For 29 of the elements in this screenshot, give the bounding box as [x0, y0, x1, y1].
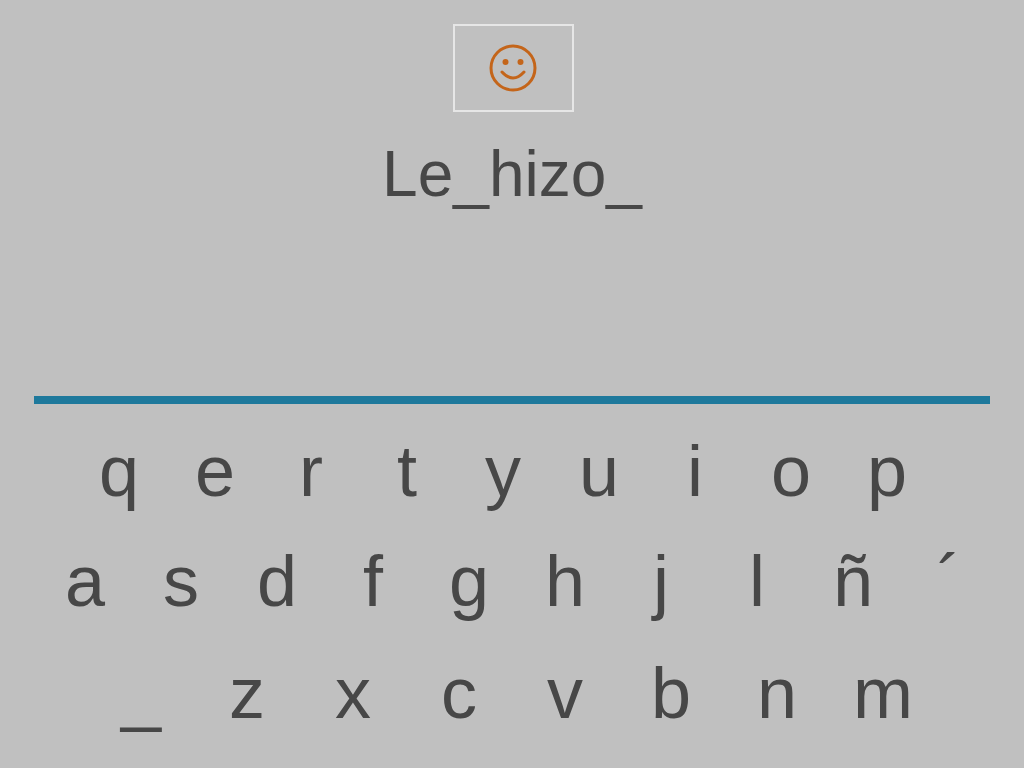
- letter-key[interactable]: e: [167, 416, 263, 526]
- letter-key[interactable]: o: [743, 416, 839, 526]
- letter-key[interactable]: q: [71, 416, 167, 526]
- smiley-icon: [488, 43, 538, 93]
- letter-key[interactable]: z: [194, 638, 300, 748]
- letter-key[interactable]: _: [88, 638, 194, 748]
- letter-key[interactable]: n: [724, 638, 830, 748]
- letter-key[interactable]: l: [709, 526, 805, 636]
- letter-key[interactable]: c: [406, 638, 512, 748]
- letter-key[interactable]: j: [613, 526, 709, 636]
- letter-key[interactable]: f: [325, 526, 421, 636]
- letter-key[interactable]: p: [839, 416, 935, 526]
- letter-key[interactable]: y: [455, 416, 551, 526]
- letter-key[interactable]: m: [830, 638, 936, 748]
- letter-key[interactable]: ´: [901, 526, 997, 636]
- letter-key[interactable]: s: [133, 526, 229, 636]
- letter-key[interactable]: x: [300, 638, 406, 748]
- letter-key[interactable]: h: [517, 526, 613, 636]
- letter-key[interactable]: t: [359, 416, 455, 526]
- letter-key[interactable]: i: [647, 416, 743, 526]
- answer-text: Le_hizo_: [382, 137, 642, 212]
- letter-key[interactable]: a: [37, 526, 133, 636]
- letter-key[interactable]: d: [229, 526, 325, 636]
- letter-key[interactable]: r: [263, 416, 359, 526]
- letter-key[interactable]: b: [618, 638, 724, 748]
- letter-key[interactable]: g: [421, 526, 517, 636]
- letter-key[interactable]: u: [551, 416, 647, 526]
- letter-key[interactable]: v: [512, 638, 618, 748]
- letter-key[interactable]: ñ: [805, 526, 901, 636]
